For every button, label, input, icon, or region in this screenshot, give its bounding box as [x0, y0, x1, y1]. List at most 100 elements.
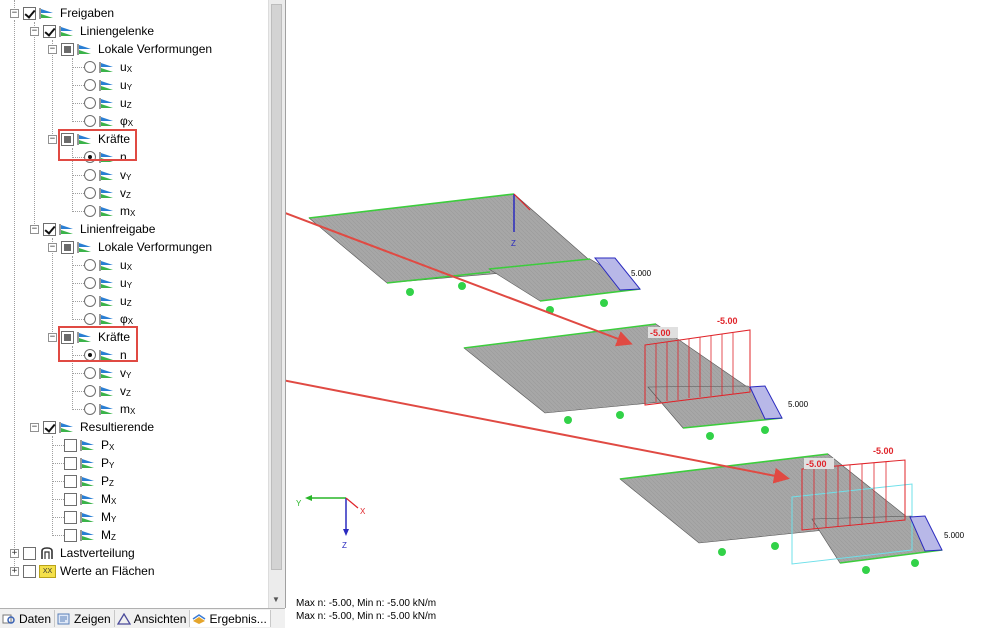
tree-item-mz-res[interactable]: MZ: [64, 526, 116, 544]
collapse-icon[interactable]: −: [30, 224, 39, 234]
tree-item-phix[interactable]: φX: [84, 112, 133, 130]
mx-checkbox[interactable]: [64, 492, 77, 506]
tree-item-uy[interactable]: uY: [84, 76, 132, 94]
tab-ergebnisse[interactable]: Ergebnis...: [190, 610, 271, 627]
tree-item-lokale-verformungen-2[interactable]: − Lokale Verformungen: [48, 238, 212, 256]
tree-label: uZ: [120, 96, 132, 110]
tree-label: Lastverteilung: [60, 546, 135, 560]
mz-checkbox[interactable]: [64, 528, 77, 542]
uz-radio[interactable]: [84, 97, 96, 109]
tree-label: MX: [101, 492, 117, 506]
release-icon: [99, 403, 113, 415]
release-icon: [80, 529, 94, 541]
tree-label: MZ: [101, 528, 116, 542]
expand-icon[interactable]: +: [10, 548, 19, 558]
svg-text:-5.00: -5.00: [717, 316, 738, 326]
collapse-icon[interactable]: −: [48, 134, 57, 144]
tree-item-resultierende[interactable]: − Resultierende: [30, 418, 154, 436]
ux-radio[interactable]: [84, 259, 96, 271]
release-icon: [80, 439, 94, 451]
tree-item-uz[interactable]: uZ: [84, 94, 132, 112]
tree-label: vZ: [120, 384, 131, 398]
tree-item-liniengelenke[interactable]: − Liniengelenke: [30, 22, 154, 40]
tree-label: uX: [120, 60, 133, 74]
tab-label: Ansichten: [133, 611, 187, 626]
svg-text:Z: Z: [511, 239, 516, 248]
scroll-down-icon[interactable]: ▼: [272, 595, 280, 604]
release-icon: [99, 259, 113, 271]
tree-item-uz-2[interactable]: uZ: [84, 292, 132, 310]
collapse-icon[interactable]: −: [48, 332, 57, 342]
release-icon: [99, 79, 113, 91]
expand-icon[interactable]: +: [10, 566, 19, 576]
vy-radio[interactable]: [84, 169, 96, 181]
tab-zeigen[interactable]: Zeigen: [55, 610, 115, 627]
werte-checkbox[interactable]: [23, 564, 36, 578]
tree-item-ux-2[interactable]: uX: [84, 256, 132, 274]
vz-radio[interactable]: [84, 187, 96, 199]
px-checkbox[interactable]: [64, 438, 77, 452]
tree-item-vy-2[interactable]: vY: [84, 364, 131, 382]
phix-radio[interactable]: [84, 313, 96, 325]
tree-item-linienfreigabe[interactable]: − Linienfreigabe: [30, 220, 155, 238]
tree-label: Freigaben: [60, 6, 115, 20]
vz-radio[interactable]: [84, 385, 96, 397]
svg-text:-5.00: -5.00: [650, 328, 671, 338]
my-checkbox[interactable]: [64, 510, 77, 524]
tree-item-ux[interactable]: uX: [84, 58, 132, 76]
3d-viewport[interactable]: Z 5.000 -5.00 -5.00 5.000 -5.00 -5.00 5.…: [136, 0, 989, 627]
tree-item-vz[interactable]: vZ: [84, 184, 131, 202]
tree-label: PZ: [101, 474, 114, 488]
tree-item-freigaben[interactable]: − Freigaben: [10, 4, 114, 22]
liniengelenke-checkbox[interactable]: [43, 24, 56, 38]
uy-radio[interactable]: [84, 277, 96, 289]
uz-radio[interactable]: [84, 295, 96, 307]
tree-item-werte-an-flaechen[interactable]: + XX Werte an Flächen: [10, 562, 155, 580]
ux-radio[interactable]: [84, 61, 96, 73]
model-2: -5.00 -5.00 5.000: [463, 316, 809, 440]
tree-item-lastverteilung[interactable]: + Lastverteilung: [10, 544, 135, 562]
model-graphic: Z 5.000 -5.00 -5.00 5.000 -5.00 -5.00 5.…: [136, 156, 965, 574]
mx-radio[interactable]: [84, 403, 96, 415]
vy-radio[interactable]: [84, 367, 96, 379]
lastverteilung-checkbox[interactable]: [23, 546, 36, 560]
tree-item-vz-2[interactable]: vZ: [84, 382, 131, 400]
linienfreigabe-checkbox[interactable]: [43, 222, 56, 236]
tree-item-mx[interactable]: mX: [84, 202, 135, 220]
phix-radio[interactable]: [84, 115, 96, 127]
mx-radio[interactable]: [84, 205, 96, 217]
pz-checkbox[interactable]: [64, 474, 77, 488]
scrollbar-thumb[interactable]: [271, 4, 282, 570]
tree-item-py[interactable]: PY: [64, 454, 114, 472]
tree-item-mx-2[interactable]: mX: [84, 400, 135, 418]
tree-item-px[interactable]: PX: [64, 436, 114, 454]
collapse-icon[interactable]: −: [10, 8, 19, 18]
tree-item-mx-res[interactable]: MX: [64, 490, 116, 508]
tree-label: uY: [120, 276, 133, 290]
collapse-icon[interactable]: −: [30, 422, 39, 432]
release-icon: [80, 475, 94, 487]
tree-item-pz[interactable]: PZ: [64, 472, 114, 490]
tab-ansichten[interactable]: Ansichten: [115, 610, 191, 627]
collapse-icon[interactable]: −: [30, 26, 39, 36]
tree-item-uy-2[interactable]: uY: [84, 274, 132, 292]
lokale-verformungen-checkbox[interactable]: [61, 240, 74, 254]
release-icon: [99, 313, 113, 325]
tree-item-lokale-verformungen[interactable]: − Lokale Verformungen: [48, 40, 212, 58]
uy-radio[interactable]: [84, 79, 96, 91]
tree-item-vy[interactable]: vY: [84, 166, 131, 184]
collapse-icon[interactable]: −: [48, 44, 57, 54]
tree-label: vZ: [120, 186, 131, 200]
navigator-panel: − Freigaben − Liniengelenke − Lokale Ver…: [0, 0, 286, 608]
tab-daten[interactable]: Daten: [0, 610, 56, 627]
tree-item-my-res[interactable]: MY: [64, 508, 116, 526]
resultierende-checkbox[interactable]: [43, 420, 56, 434]
tree-scrollbar[interactable]: ▼: [268, 0, 285, 608]
collapse-icon[interactable]: −: [48, 242, 57, 252]
tree-label: uX: [120, 258, 133, 272]
lokale-verformungen-checkbox[interactable]: [61, 42, 74, 56]
freigaben-checkbox[interactable]: [23, 6, 36, 20]
release-icon: [99, 61, 113, 73]
py-checkbox[interactable]: [64, 456, 77, 470]
svg-text:5.000: 5.000: [944, 531, 965, 540]
